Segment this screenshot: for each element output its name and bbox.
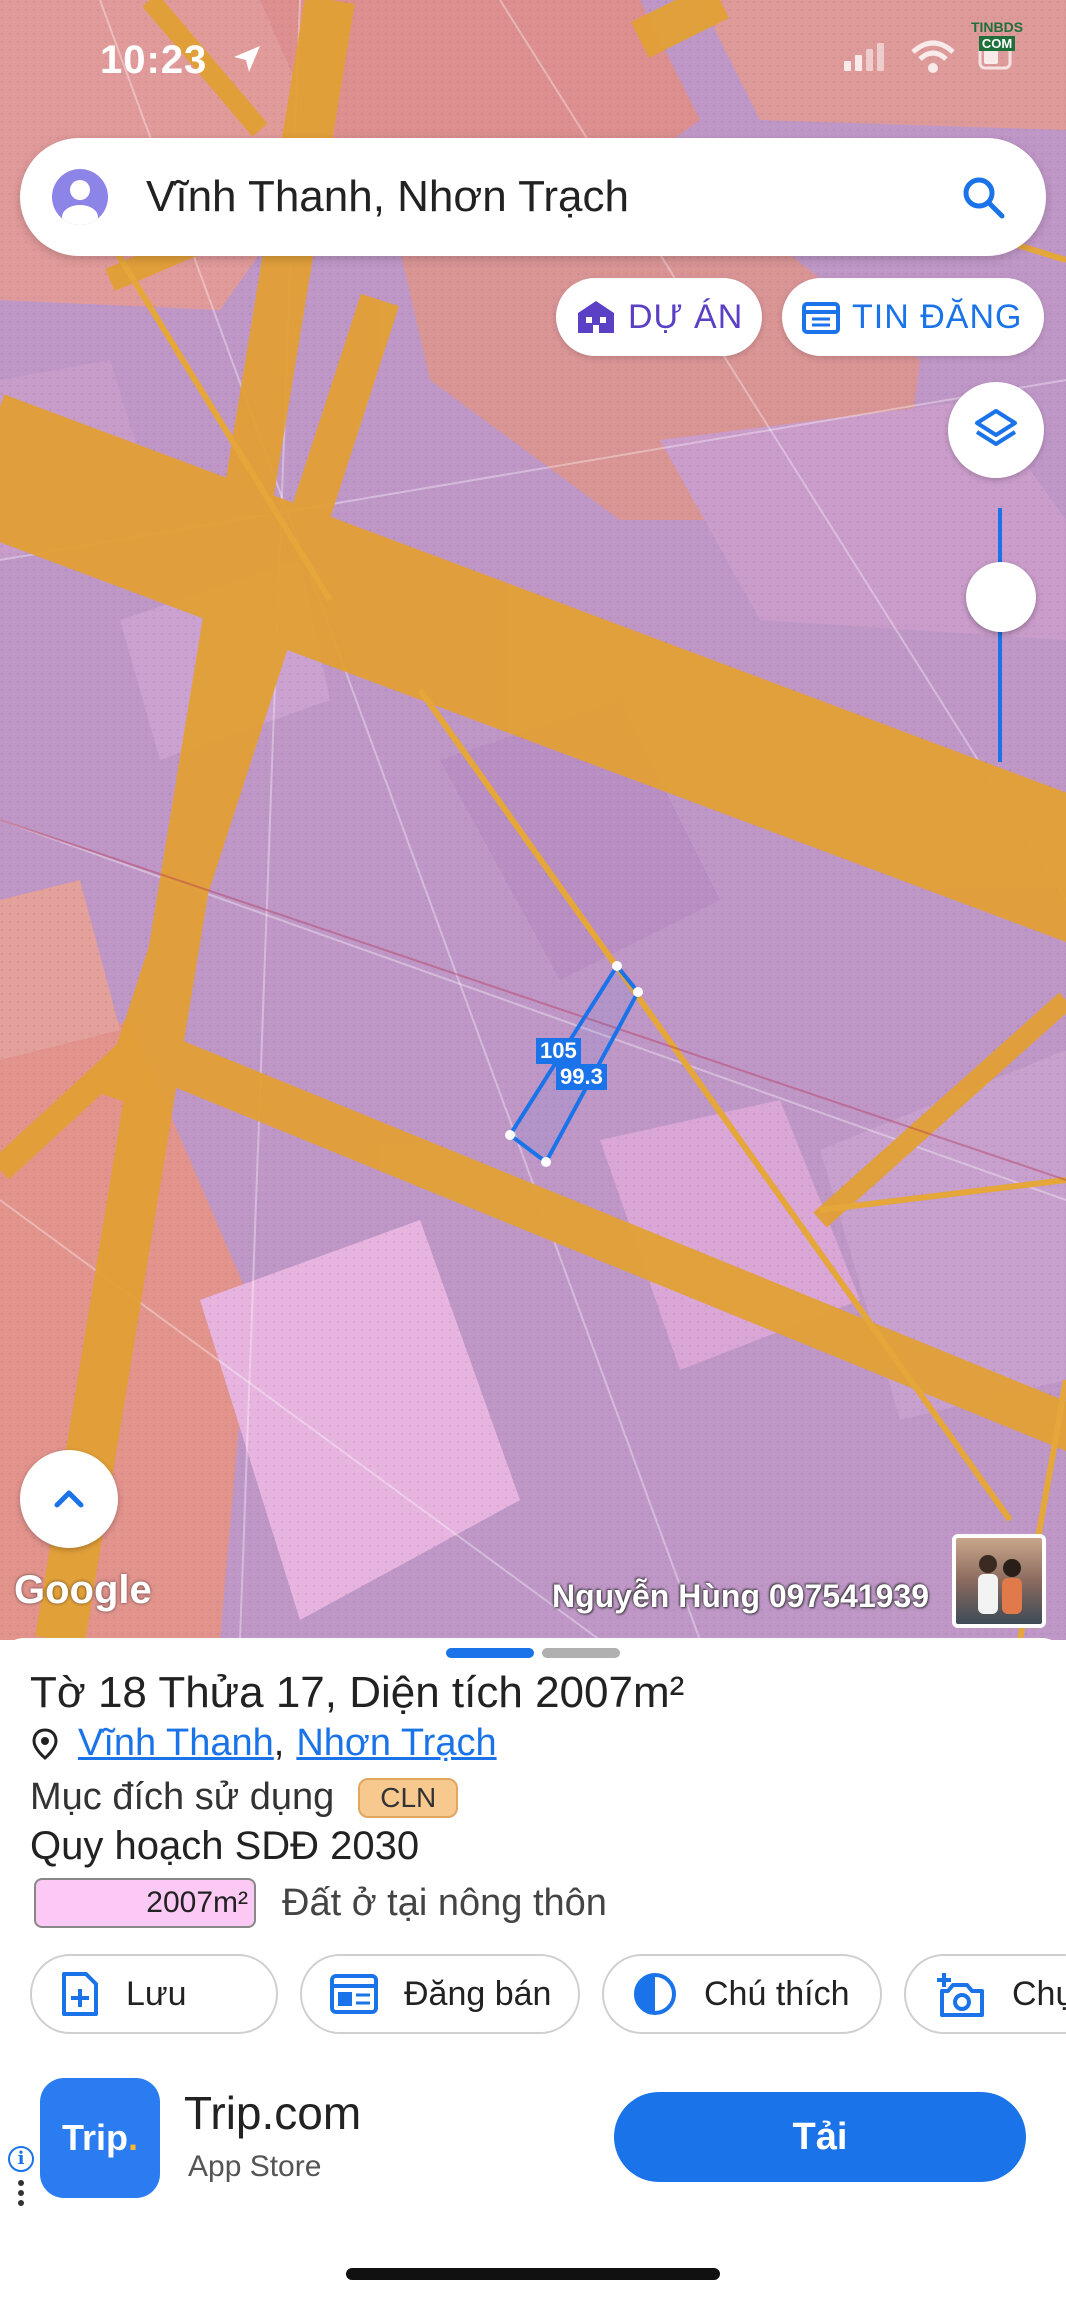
parcel-location: Vĩnh Thanh , Nhơn Trạch: [30, 1722, 497, 1765]
opacity-slider-track[interactable]: [998, 508, 1002, 762]
map-view[interactable]: 105 99.3 10:23 TINBDS COM Vĩnh Thanh, Nh…: [0, 0, 1066, 1640]
search-bar[interactable]: Vĩnh Thanh, Nhơn Trạch: [20, 138, 1046, 256]
parcel-side-label: 105: [536, 1038, 581, 1064]
location-arrow-icon: [234, 46, 260, 72]
sheet-handle[interactable]: [542, 1648, 620, 1658]
ad-info-icon[interactable]: i: [8, 2146, 34, 2172]
user-photo-thumbnail[interactable]: [952, 1534, 1046, 1628]
status-time: 10:23: [100, 38, 208, 82]
land-purpose-row: Mục đích sử dụng CLN: [30, 1776, 459, 1819]
district-link[interactable]: Nhơn Trạch: [296, 1722, 496, 1765]
tinbds-logo: TINBDS COM: [970, 19, 1024, 51]
trip-logo-dot: .: [128, 2117, 139, 2158]
location-pin-icon: [32, 1727, 58, 1760]
opacity-slider-thumb[interactable]: [966, 562, 1036, 632]
chevron-up-icon: [54, 1490, 84, 1508]
land-purpose-label: Mục đích sử dụng: [30, 1776, 335, 1818]
search-input[interactable]: Vĩnh Thanh, Nhơn Trạch: [146, 172, 960, 222]
layers-icon: [975, 409, 1017, 446]
google-logo: Google: [14, 1568, 152, 1612]
parcel-title: Tờ 18 Thửa 17, Diện tích 2007m²: [30, 1668, 685, 1717]
expand-up-button[interactable]: [20, 1450, 118, 1548]
action-buttons-row: Lưu Đăng bán Chú thích Chụ: [30, 1954, 1066, 2034]
map-watermark-text: Nguyễn Hùng 097541939: [552, 1578, 930, 1614]
user-avatar-icon[interactable]: [52, 169, 108, 225]
trip-logo-text: Trip: [61, 2117, 128, 2158]
building-icon: [578, 301, 614, 333]
post-sale-button[interactable]: Đăng bán: [300, 1954, 580, 2034]
save-label: Lưu: [126, 1974, 187, 2013]
location-separator: ,: [273, 1722, 285, 1764]
planning-title: Quy hoạch SDĐ 2030: [30, 1824, 420, 1868]
add-document-icon: [62, 1972, 98, 2016]
planning-area-chip: 2007m²: [34, 1878, 256, 1928]
ward-link[interactable]: Vĩnh Thanh: [78, 1722, 274, 1765]
ad-install-button[interactable]: Tải: [614, 2092, 1026, 2182]
ad-banner[interactable]: i Trip. Trip.com App Store Tải: [0, 2066, 1066, 2221]
save-button[interactable]: Lưu: [30, 1954, 278, 2034]
capture-label: Chụ: [1012, 1974, 1066, 2013]
contrast-icon: [634, 1973, 676, 2015]
capture-button[interactable]: Chụ: [904, 1954, 1066, 2034]
projects-filter-label: DỰ ÁN: [628, 297, 744, 336]
sheet-handle-active[interactable]: [446, 1648, 534, 1658]
legend-label: Chú thích: [704, 1974, 850, 2013]
ad-more-icon[interactable]: [18, 2180, 24, 2210]
land-purpose-badge[interactable]: CLN: [358, 1777, 459, 1818]
camera-add-icon: [937, 1973, 984, 2017]
layers-button[interactable]: [948, 382, 1044, 478]
search-icon[interactable]: [960, 174, 1006, 220]
ad-store-name: App Store: [188, 2150, 322, 2183]
people-photo-icon: [978, 1555, 1022, 1614]
post-sale-label: Đăng bán: [404, 1974, 552, 2013]
listing-icon: [330, 1974, 378, 2014]
signal-icon: [844, 43, 884, 71]
ad-app-name[interactable]: Trip.com: [184, 2086, 361, 2140]
wifi-icon: [911, 40, 955, 73]
parcel-side-label: 99.3: [556, 1064, 607, 1090]
trip-app-logo[interactable]: Trip.: [40, 2078, 160, 2198]
listings-filter-button[interactable]: TIN ĐĂNG: [782, 278, 1044, 356]
planning-area-row: 2007m² Đất ở tại nông thôn: [34, 1878, 607, 1928]
legend-button[interactable]: Chú thích: [602, 1954, 882, 2034]
home-indicator[interactable]: [346, 2268, 720, 2280]
planning-area-description: Đất ở tại nông thôn: [282, 1881, 607, 1924]
listings-filter-label: TIN ĐĂNG: [852, 297, 1023, 336]
projects-filter-button[interactable]: DỰ ÁN: [556, 278, 762, 356]
calendar-list-icon: [802, 302, 840, 334]
